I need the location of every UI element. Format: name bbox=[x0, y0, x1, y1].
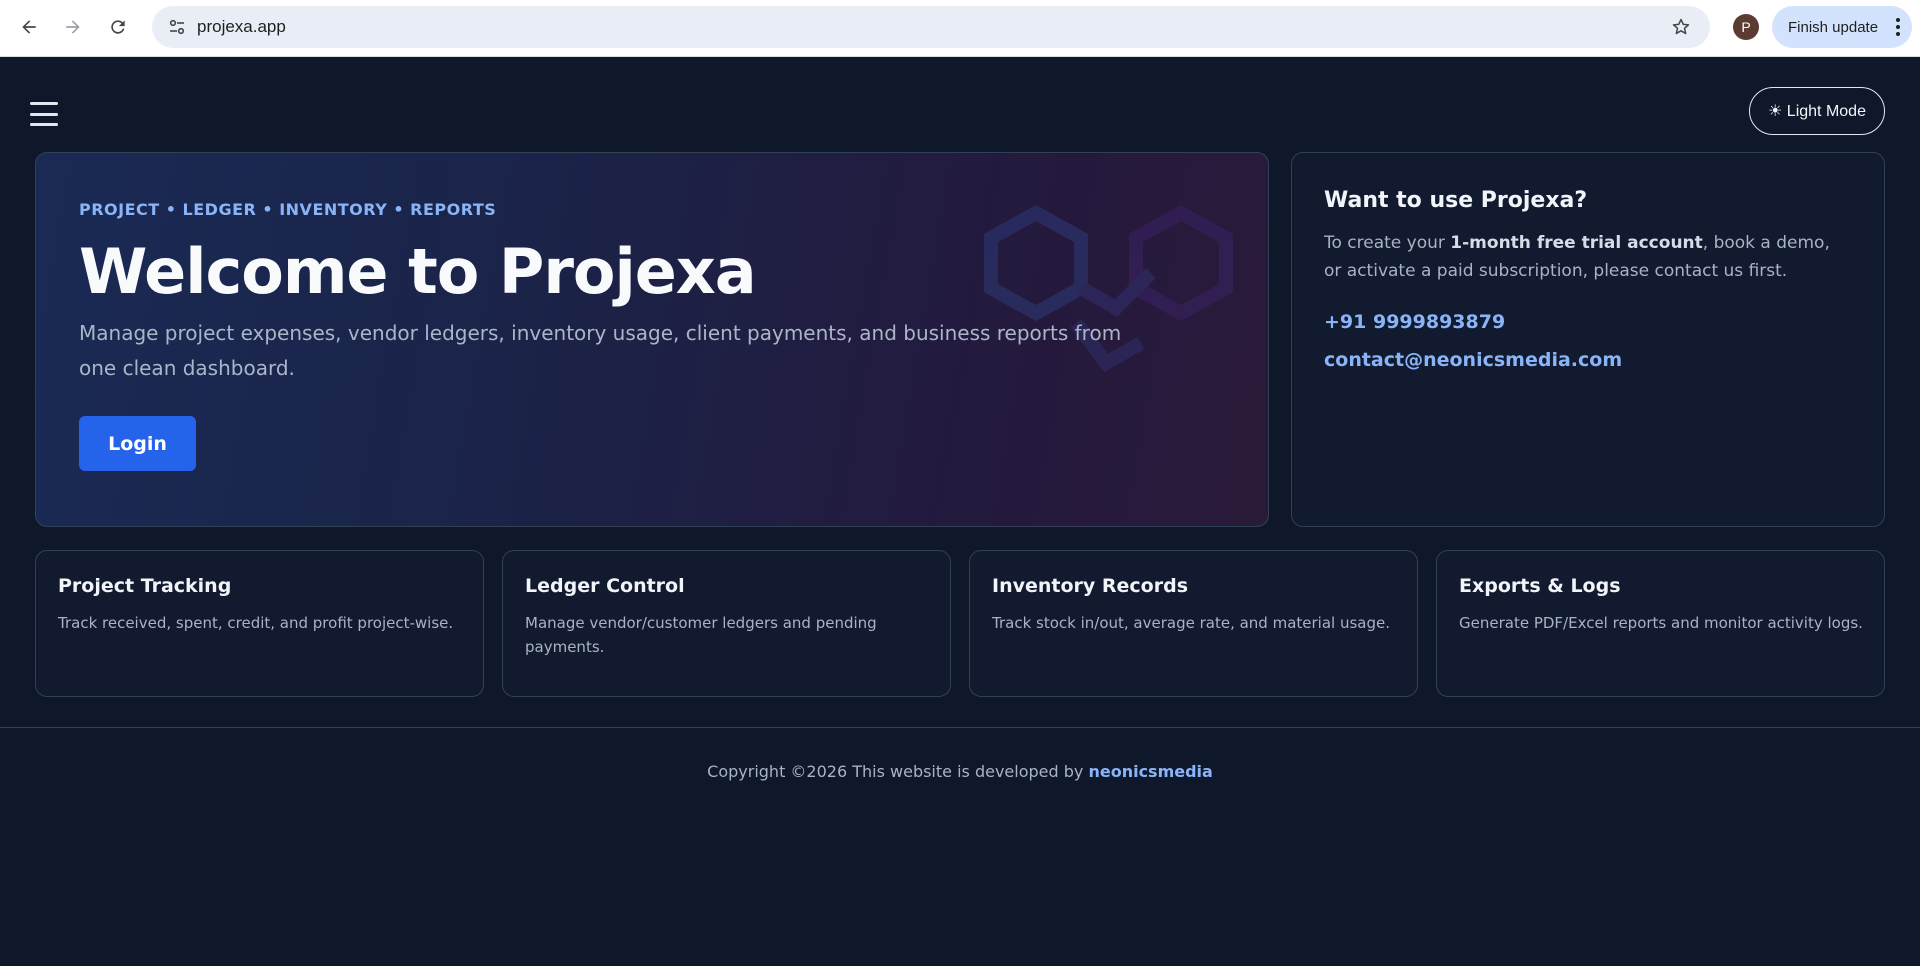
feature-description: Generate PDF/Excel reports and monitor a… bbox=[1459, 614, 1863, 632]
feature-card-exports-logs: Exports & Logs Generate PDF/Excel report… bbox=[1436, 550, 1885, 697]
address-bar[interactable]: projexa.app bbox=[152, 6, 1710, 48]
hero-description: Manage project expenses, vendor ledgers,… bbox=[79, 321, 1122, 380]
feature-title: Project Tracking bbox=[58, 575, 232, 597]
light-mode-toggle-button[interactable]: ☀ Light Mode bbox=[1749, 87, 1885, 135]
feature-title: Inventory Records bbox=[992, 575, 1189, 597]
footer-brand-link[interactable]: neonicsmedia bbox=[1088, 762, 1212, 781]
hero-section: PROJECT • LEDGER • INVENTORY • REPORTS W… bbox=[35, 152, 1269, 527]
footer: Copyright ©2026 This website is develope… bbox=[0, 762, 1920, 781]
feature-description: Manage vendor/customer ledgers and pendi… bbox=[525, 614, 877, 656]
site-settings-icon[interactable] bbox=[162, 12, 192, 42]
finish-update-label: Finish update bbox=[1788, 18, 1879, 36]
contact-phone-link[interactable]: +91 9999893879 bbox=[1324, 311, 1505, 333]
reload-button[interactable] bbox=[101, 10, 135, 44]
back-button[interactable] bbox=[12, 10, 46, 44]
feature-description: Track received, spent, credit, and profi… bbox=[58, 614, 454, 632]
bookmark-star-icon[interactable] bbox=[1668, 14, 1694, 40]
feature-card-project-tracking: Project Tracking Track received, spent, … bbox=[35, 550, 484, 697]
url-text[interactable]: projexa.app bbox=[197, 17, 286, 37]
profile-avatar[interactable]: P bbox=[1733, 14, 1759, 40]
feature-card-ledger-control: Ledger Control Manage vendor/customer le… bbox=[502, 550, 951, 697]
hero-title: Welcome to Projexa bbox=[79, 235, 757, 308]
login-button[interactable]: Login bbox=[79, 416, 196, 471]
forward-arrow-icon bbox=[66, 20, 80, 34]
contact-text-bold: 1-month free trial account bbox=[1450, 233, 1703, 253]
feature-title: Exports & Logs bbox=[1459, 575, 1621, 597]
feature-title: Ledger Control bbox=[525, 575, 685, 597]
browser-toolbar: projexa.app P Finish update bbox=[0, 0, 1920, 57]
contact-title: Want to use Projexa? bbox=[1324, 188, 1588, 213]
hamburger-menu-icon[interactable] bbox=[30, 102, 58, 126]
more-menu-icon bbox=[1896, 18, 1900, 36]
footer-copyright: Copyright ©2026 This website is develope… bbox=[707, 762, 1089, 781]
forward-button[interactable] bbox=[56, 10, 90, 44]
contact-text: To create your 1-month free trial accoun… bbox=[1324, 229, 1844, 285]
feature-description: Track stock in/out, average rate, and ma… bbox=[992, 614, 1390, 632]
contact-card: Want to use Projexa? To create your 1-mo… bbox=[1291, 152, 1885, 527]
hero-eyebrow: PROJECT • LEDGER • INVENTORY • REPORTS bbox=[79, 200, 497, 219]
contact-email-link[interactable]: contact@neonicsmedia.com bbox=[1324, 349, 1622, 371]
footer-divider bbox=[0, 727, 1920, 728]
back-arrow-icon bbox=[22, 20, 36, 34]
reload-icon bbox=[111, 20, 125, 34]
finish-update-button[interactable]: Finish update bbox=[1772, 6, 1912, 48]
contact-text-before: To create your bbox=[1324, 233, 1451, 253]
feature-card-inventory-records: Inventory Records Track stock in/out, av… bbox=[969, 550, 1418, 697]
